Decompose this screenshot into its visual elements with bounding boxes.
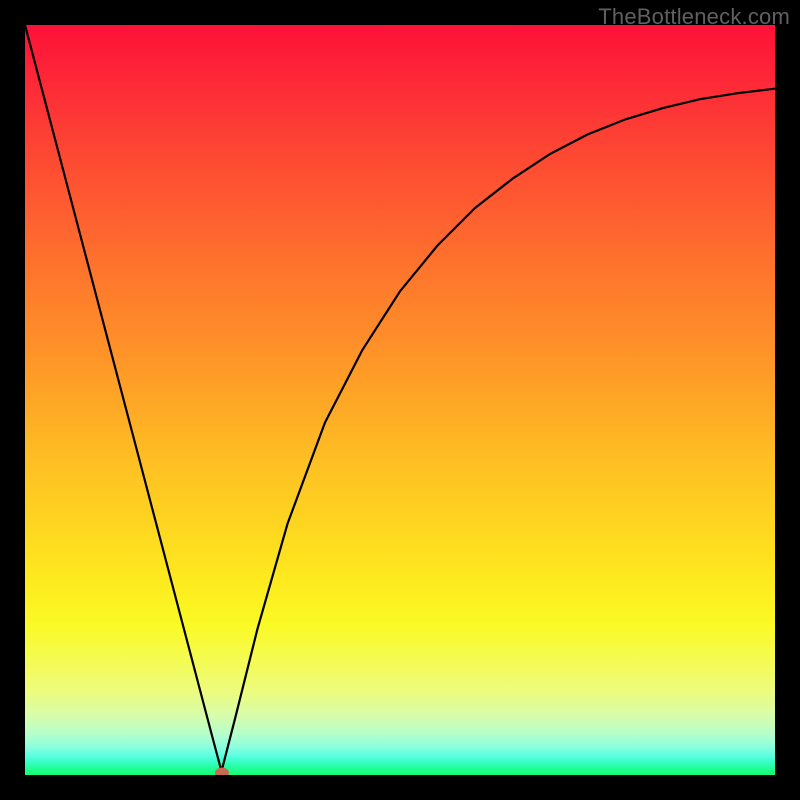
minimum-marker [215,767,229,775]
bottleneck-curve-path [25,25,775,771]
watermark-text: TheBottleneck.com [598,4,790,30]
curve-svg [25,25,775,775]
plot-area [25,25,775,775]
chart-frame: TheBottleneck.com [0,0,800,800]
